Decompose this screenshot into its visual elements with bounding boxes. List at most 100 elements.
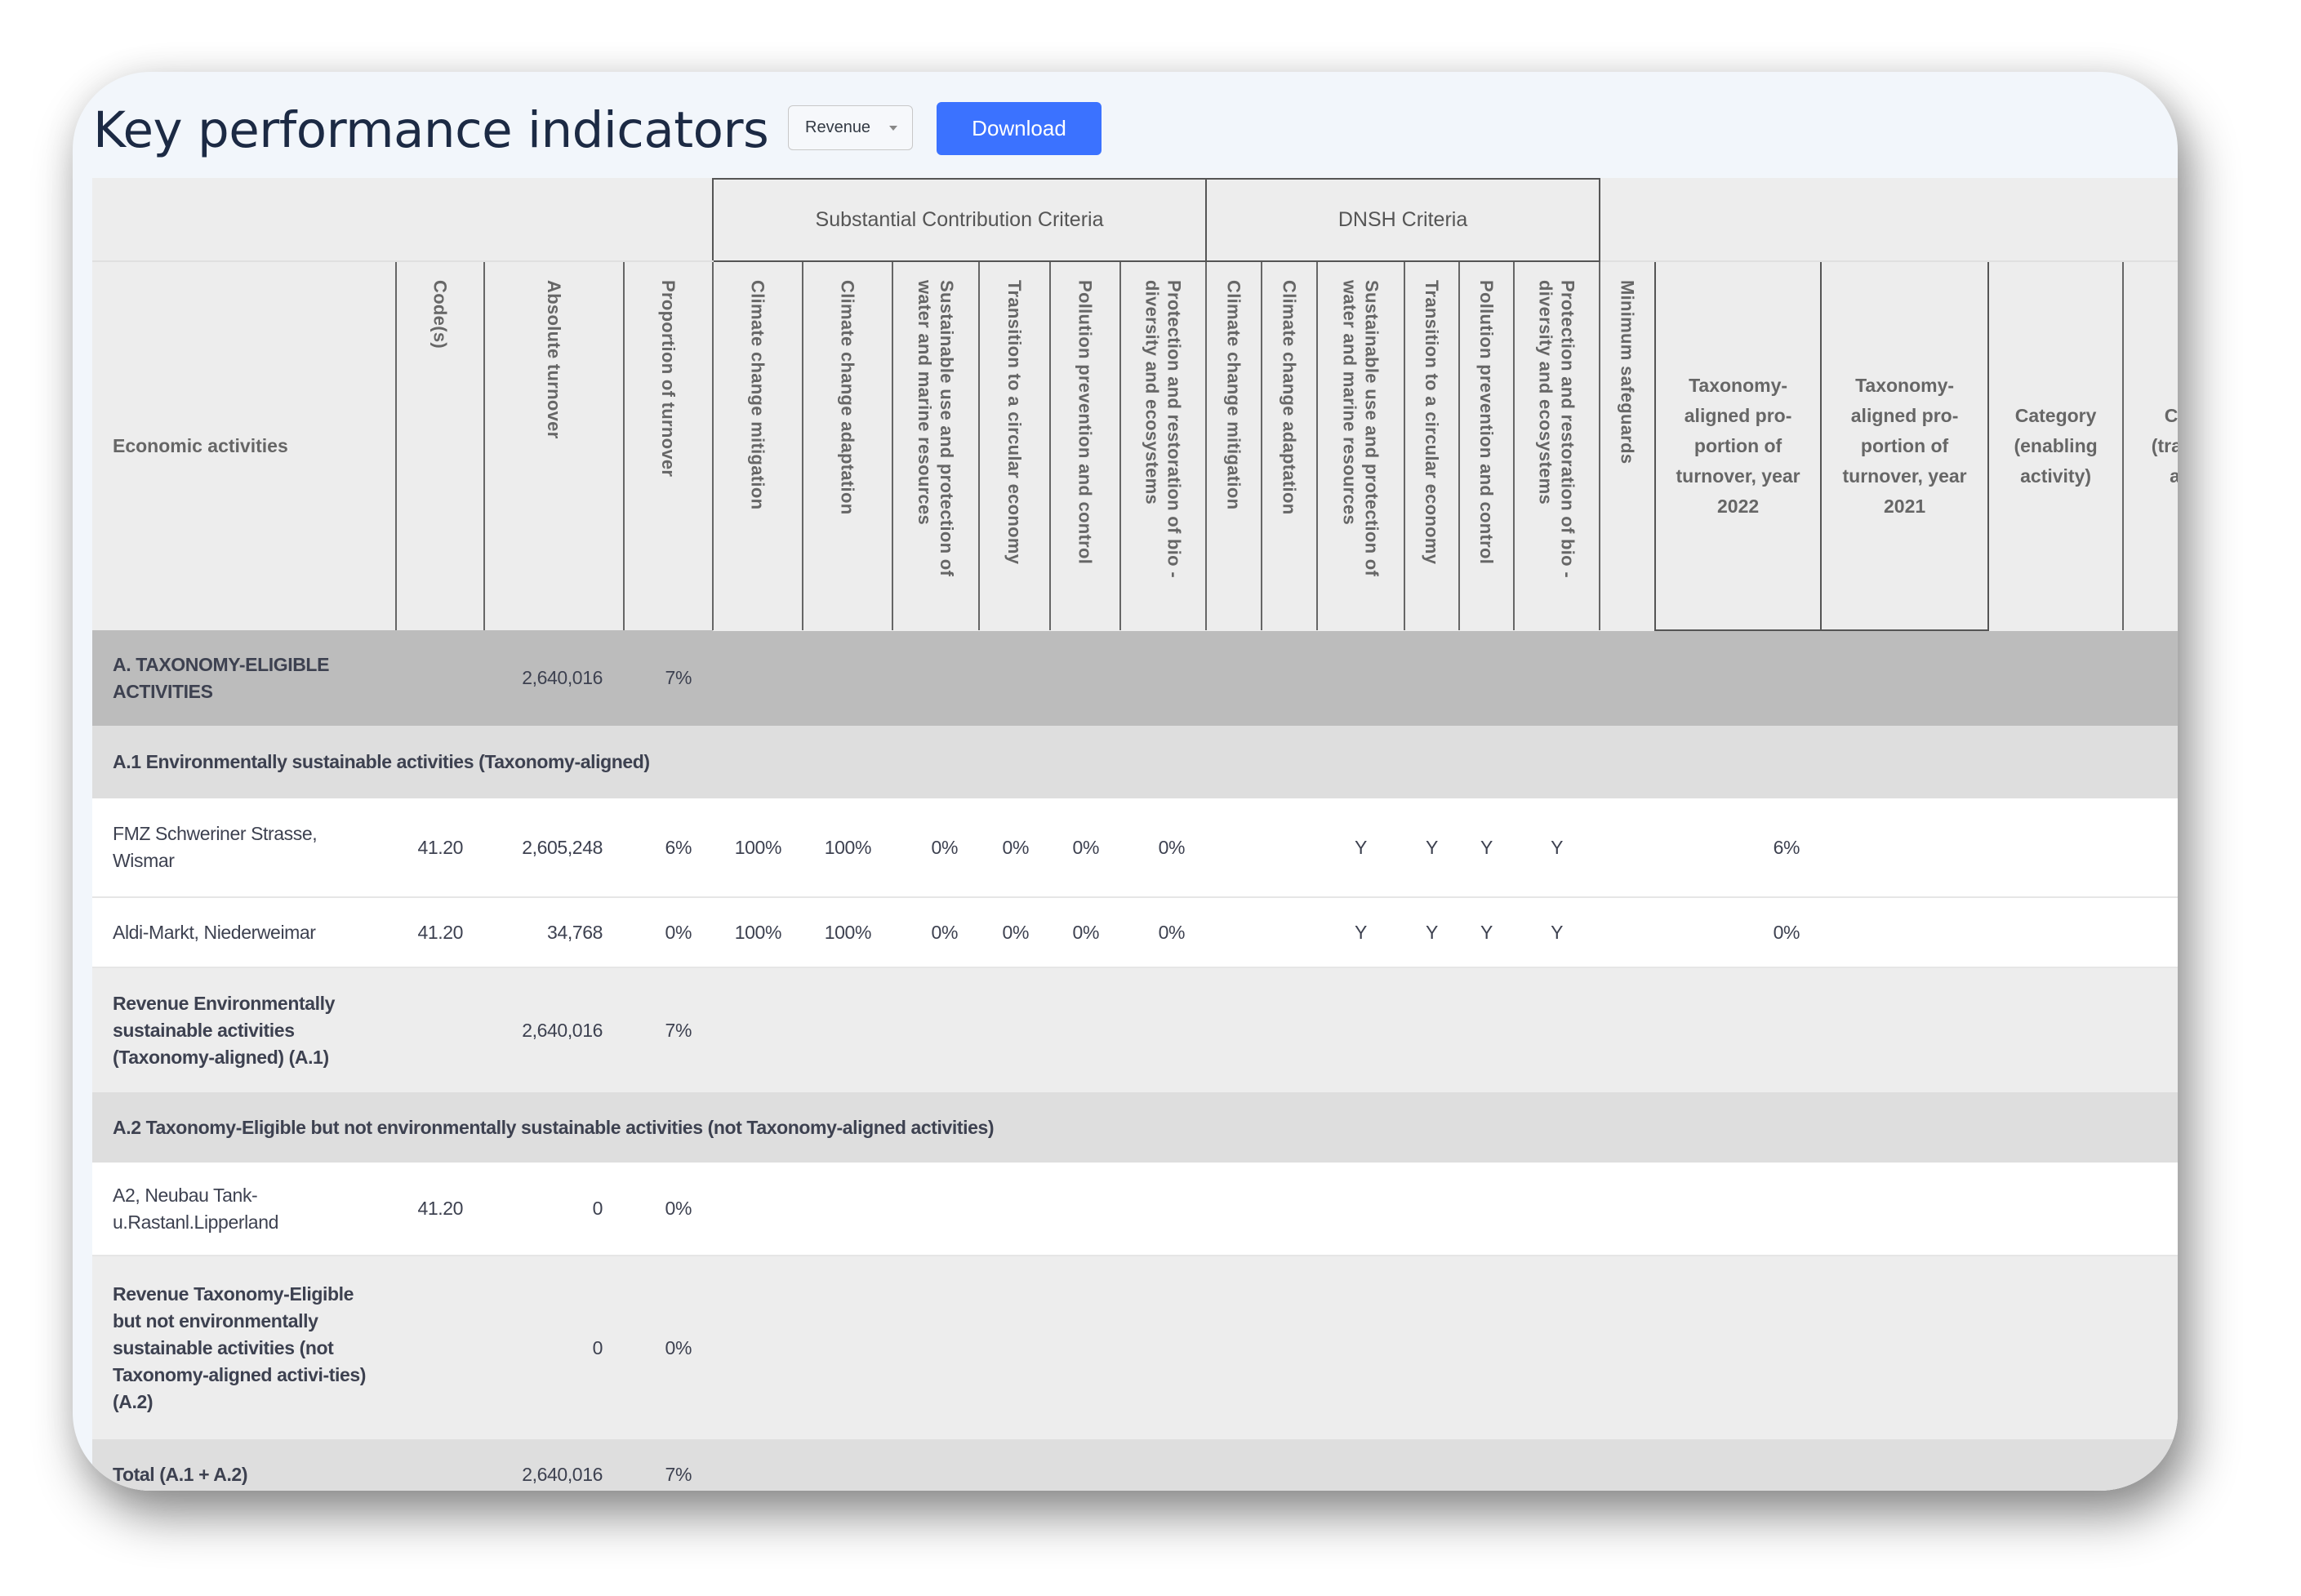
cell-dnsh-biodiversity: Y [1514, 798, 1600, 898]
col-header-dnsh-pollution: Pollution prevention and control [1458, 261, 1515, 630]
cell-proportion: 0% [624, 897, 713, 968]
table-row-section-a2: A.2 Taxonomy-Eligible but not environmen… [92, 1092, 2178, 1163]
cell-sc-water: 0% [892, 897, 979, 968]
cell-sc-adaptation: 100% [803, 798, 892, 898]
col-header-dnsh-circular: Transition to a circular economy [1404, 261, 1460, 630]
group-header-dnsh: DNSH Criteria [1205, 178, 1601, 262]
cell-empty [713, 967, 2178, 1092]
cell-dnsh-circular: Y [1404, 897, 1460, 968]
cell-sc-biodiversity: 0% [1120, 897, 1207, 968]
col-header-code: Code(s) [395, 261, 484, 630]
cell-empty [713, 1256, 2178, 1439]
cell-absolute: 2,640,016 [484, 967, 624, 1092]
chevron-down-icon [889, 126, 897, 131]
cell-code: 41.20 [396, 1163, 484, 1256]
section-title: A.2 Taxonomy-Eligible but not environmen… [92, 1092, 2178, 1163]
header-spacer [92, 179, 713, 262]
cell-dnsh-pollution: Y [1459, 897, 1515, 968]
kpi-type-select-value: Revenue [805, 118, 871, 136]
download-button[interactable]: Download [937, 102, 1102, 155]
cell-dnsh-biodiversity: Y [1514, 897, 1600, 968]
page-title: Key performance indicators [93, 101, 769, 159]
cell-code: 41.20 [396, 798, 484, 898]
col-header-aligned-2021: Taxonomy-aligned pro-portion of turnover… [1820, 260, 1990, 631]
cell-dnsh-circular: Y [1404, 798, 1460, 898]
cell-name: Revenue Taxonomy-Eligible but not enviro… [92, 1256, 396, 1439]
col-header-aligned-2022: Taxonomy-aligned pro-portion of turnover… [1654, 260, 1823, 631]
cell-code: 41.20 [396, 897, 484, 968]
table-row: FMZ Schweriner Strasse, Wismar 41.20 2,6… [92, 798, 2178, 898]
cell-proportion: 0% [624, 1163, 713, 1256]
cell-name: Total (A.1 + A.2) [92, 1439, 396, 1491]
cell-name: Revenue Environmentally sustainable acti… [92, 967, 396, 1092]
kpi-table-container[interactable]: Substantial Contribution Criteria DNSH C… [92, 178, 2178, 1491]
col-header-dnsh-adaptation: Climate change adaptation [1261, 261, 1318, 630]
table-row: Aldi-Markt, Niederweimar 41.20 34,768 0%… [92, 897, 2178, 968]
cell-aligned-2022: 0% [1655, 897, 1822, 968]
cell-absolute: 2,640,016 [484, 1439, 624, 1491]
cell-absolute: 2,605,248 [484, 798, 624, 898]
col-header-economic-activities: Economic activities [92, 261, 396, 630]
cell-safeguards [1600, 897, 1656, 968]
col-header-sc-pollution: Pollution prevention and control [1049, 261, 1120, 630]
cell-dnsh-mitigation [1206, 798, 1262, 898]
cell-category-enabling [1988, 798, 2124, 898]
col-header-dnsh-water: Sustainable use and protection of water … [1316, 261, 1405, 630]
cell-name: A2, Neubau Tank-u.Rastanl.Lipperland [92, 1163, 396, 1256]
cell-sc-adaptation: 100% [803, 897, 892, 968]
section-title: A.1 Environmentally sustainable activiti… [92, 726, 2178, 798]
cell-code [396, 1256, 484, 1439]
cell-category-transitional [2123, 798, 2178, 898]
col-header-dnsh-biodiversity: Protection and restoration of bio - dive… [1513, 261, 1600, 630]
col-header-absolute-turnover: Absolute turnover [483, 261, 624, 630]
cell-proportion: 0% [624, 1256, 713, 1439]
cell-sc-pollution: 0% [1050, 798, 1120, 898]
col-header-sc-mitigation: Climate change mitigation [712, 261, 803, 630]
cell-proportion: 7% [624, 967, 713, 1092]
table-row-group-a: A. TAXONOMY-ELIGIBLE ACTIVITIES 2,640,01… [92, 630, 2178, 726]
cell-proportion: 7% [624, 630, 713, 726]
cell-category-enabling [1988, 897, 2124, 968]
table-row-sum-a2: Revenue Taxonomy-Eligible but not enviro… [92, 1256, 2178, 1439]
col-header-sc-adaptation: Climate change adaptation [802, 261, 892, 630]
kpi-panel: Key performance indicators Revenue Downl… [73, 72, 2178, 1491]
col-header-minimum-safeguards: Minimum safeguards [1599, 261, 1656, 630]
col-header-dnsh-mitigation: Climate change mitigation [1205, 261, 1262, 630]
group-header-substantial-contribution: Substantial Contribution Criteria [711, 178, 1208, 262]
cell-proportion: 6% [624, 798, 713, 898]
table-row: A2, Neubau Tank-u.Rastanl.Lipperland 41.… [92, 1163, 2178, 1256]
col-header-category-transitional: Category (transitional activity) [2122, 261, 2178, 630]
cell-dnsh-pollution: Y [1459, 798, 1515, 898]
cell-code [396, 630, 484, 726]
table-row-sum-a1: Revenue Environmentally sustainable acti… [92, 967, 2178, 1092]
kpi-type-select[interactable]: Revenue [788, 105, 913, 150]
cell-dnsh-water: Y [1317, 897, 1405, 968]
cell-dnsh-adaptation [1262, 897, 1318, 968]
cell-aligned-2021 [1821, 798, 1989, 898]
cell-dnsh-adaptation [1262, 798, 1318, 898]
cell-dnsh-water: Y [1317, 798, 1405, 898]
col-header-sc-circular: Transition to a circular economy [978, 261, 1050, 630]
col-header-proportion-turnover: Proportion of turnover [623, 261, 713, 630]
cell-category-transitional [2123, 897, 2178, 968]
cell-sc-biodiversity: 0% [1120, 798, 1207, 898]
table-row-section-a1: A.1 Environmentally sustainable activiti… [92, 726, 2178, 798]
header-spacer-right [1600, 179, 2178, 262]
cell-proportion: 7% [624, 1439, 713, 1491]
cell-sc-pollution: 0% [1050, 897, 1120, 968]
cell-aligned-2021 [1821, 897, 1989, 968]
cell-sc-circular: 0% [979, 798, 1050, 898]
cell-name: Aldi-Markt, Niederweimar [92, 897, 396, 968]
cell-dnsh-mitigation [1206, 897, 1262, 968]
cell-absolute: 2,640,016 [484, 630, 624, 726]
cell-empty [713, 1163, 2178, 1256]
cell-code [396, 1439, 484, 1491]
cell-code [396, 967, 484, 1092]
cell-name: FMZ Schweriner Strasse, Wismar [92, 798, 396, 898]
cell-safeguards [1600, 798, 1656, 898]
cell-name: A. TAXONOMY-ELIGIBLE ACTIVITIES [92, 630, 396, 726]
cell-empty [713, 630, 2178, 726]
cell-absolute: 0 [484, 1256, 624, 1439]
col-header-sc-biodiversity: Protection and restoration of bio - dive… [1119, 261, 1207, 630]
cell-sc-mitigation: 100% [713, 798, 803, 898]
